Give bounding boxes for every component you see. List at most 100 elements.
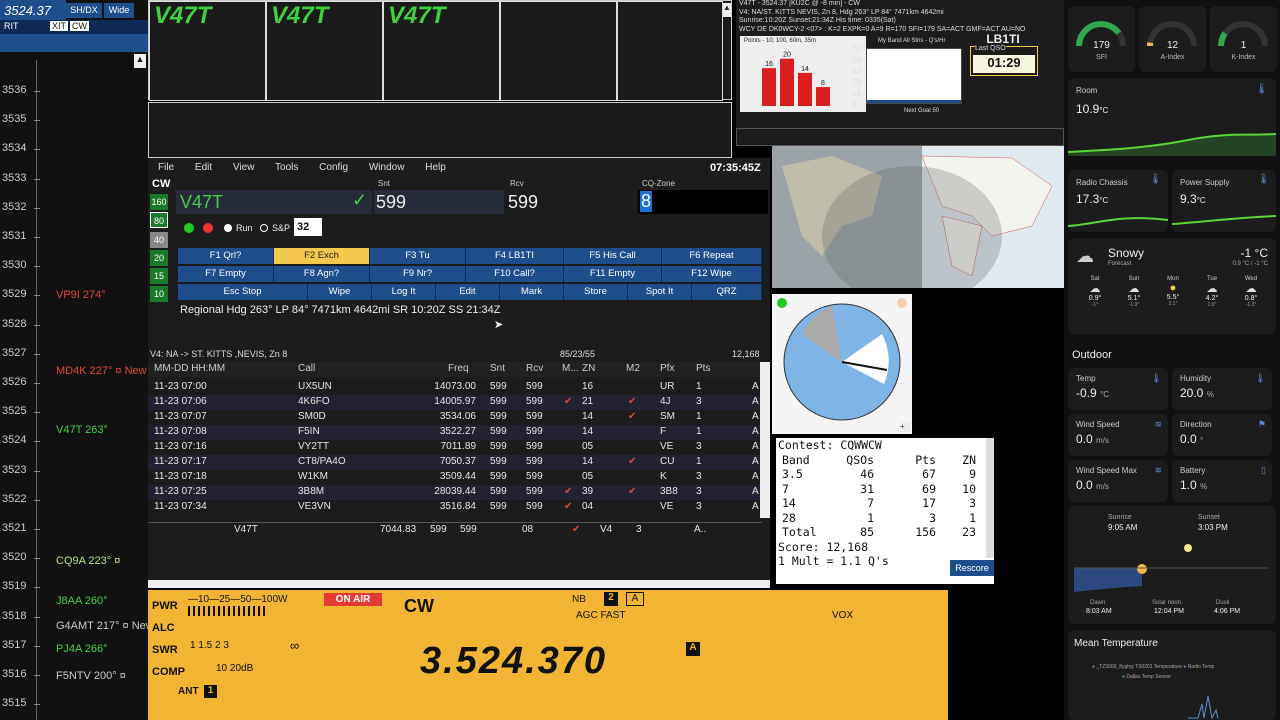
menu-file[interactable]: File: [158, 162, 174, 173]
fkey-button[interactable]: Mark: [500, 284, 564, 300]
log-column-header[interactable]: Pfx: [660, 363, 674, 374]
rotator-button[interactable]: +: [900, 422, 910, 432]
fkey-button[interactable]: Wipe: [308, 284, 372, 300]
log-row[interactable]: 11-23 07:07 SM0D 3534.06 599 599 14 ✔ SM 1 A: [148, 410, 762, 425]
rcv-input[interactable]: 599: [506, 190, 636, 214]
call-cell-2[interactable]: V47T: [266, 1, 383, 101]
log-row[interactable]: 11-23 07:25 3B8M 28039.44 599 599 ✔ 39 ✔ 3B8 3 A: [148, 485, 762, 500]
gauge-card[interactable]: 12 A-Index: [1139, 6, 1206, 72]
wind-card[interactable]: Wind Speed 0.0 m/s ≋: [1068, 414, 1168, 456]
green-led-icon[interactable]: [184, 223, 194, 233]
spot-entry[interactable]: G4AMT 217° ¤ New: [56, 620, 154, 632]
power-supply-card[interactable]: Power Supply 9.3°C 🌡: [1172, 170, 1276, 232]
log-row[interactable]: 11-23 07:34 VE3VN 3516.84 599 599 ✔ 04 VE 3 A: [148, 500, 762, 515]
menu-tools[interactable]: Tools: [275, 162, 298, 173]
fkey-button[interactable]: F12 Wipe: [662, 266, 762, 282]
speed-input[interactable]: 32: [294, 218, 322, 236]
log-row[interactable]: 11-23 07:06 4K6FO 14005.97 599 599 ✔ 21 ✔ 4J 3 A: [148, 395, 762, 410]
sp-radio[interactable]: [260, 224, 268, 232]
fkey-button[interactable]: F1 Qrl?: [178, 248, 274, 264]
fkey-button[interactable]: F5 His Call: [564, 248, 662, 264]
fkey-button[interactable]: F9 Nr?: [370, 266, 466, 282]
wide-button[interactable]: Wide: [104, 3, 134, 18]
menu-edit[interactable]: Edit: [195, 162, 212, 173]
log-column-header[interactable]: Call: [298, 363, 315, 374]
fkey-button[interactable]: F3 Tu: [370, 248, 466, 264]
rescore-button[interactable]: Rescore: [950, 560, 994, 576]
spot-entry[interactable]: CQ9A 223° ¤: [56, 555, 120, 567]
menu-config[interactable]: Config: [319, 162, 348, 173]
summary-scrollbar[interactable]: [986, 438, 994, 558]
fkey-button[interactable]: F8 Agn?: [274, 266, 370, 282]
fkey-button[interactable]: Esc Stop: [178, 284, 308, 300]
mean-temperature-card[interactable]: Mean Temperature ● _TZ3000_8yghyj TS0201…: [1068, 630, 1276, 720]
log-column-header[interactable]: Freq: [448, 363, 469, 374]
log-row[interactable]: 11-23 07:17 CT8/PA4O 7050.37 599 599 14 ✔ CU 1 A: [148, 455, 762, 470]
gauge-card[interactable]: 1 K-Index: [1210, 6, 1277, 72]
call-cell-3[interactable]: V47T: [383, 1, 500, 101]
room-card[interactable]: Room 10.9°C 🌡: [1068, 78, 1276, 156]
fkey-button[interactable]: Store: [564, 284, 628, 300]
log-scrollbar[interactable]: [760, 362, 770, 518]
fkey-button[interactable]: F2 Exch: [274, 248, 370, 264]
red-led-icon[interactable]: [203, 223, 213, 233]
cw-label[interactable]: CW: [70, 21, 89, 31]
spot-entry[interactable]: MD4K 227° ¤ New: [56, 365, 147, 377]
bandmap-scroll-button[interactable]: ▲: [134, 54, 146, 68]
fkey-button[interactable]: F6 Repeat: [662, 248, 762, 264]
spot-entry[interactable]: F5NTV 200° ¤: [56, 670, 126, 682]
call-cell-5[interactable]: [617, 1, 723, 101]
cell-scroll-button[interactable]: ▲: [723, 3, 731, 17]
menu-view[interactable]: View: [233, 162, 255, 173]
band-button-40[interactable]: 40: [150, 232, 168, 248]
fkey-button[interactable]: Edit: [436, 284, 500, 300]
band-button-80[interactable]: 80: [150, 212, 168, 228]
log-column-header[interactable]: Snt: [490, 363, 505, 374]
call-cell-4[interactable]: [500, 1, 617, 101]
rit-label[interactable]: RIT: [4, 21, 19, 31]
log-row[interactable]: 11-23 07:16 VY2TT 7011.89 599 599 05 VE 3 A: [148, 440, 762, 455]
band-button-10[interactable]: 10: [150, 286, 168, 302]
band-button-15[interactable]: 15: [150, 268, 168, 284]
gauge-card[interactable]: 179 SFI: [1068, 6, 1135, 72]
fkey-button[interactable]: F7 Empty: [178, 266, 274, 282]
log-row[interactable]: 11-23 07:18 W1KM 3509.44 599 599 05 K 3 A: [148, 470, 762, 485]
log-row[interactable]: 11-23 07:00 UX5UN 14073.00 599 599 16 UR 1 A: [148, 380, 762, 395]
info-scrollbar[interactable]: [736, 128, 1064, 146]
battery-card[interactable]: Battery 1.0 % ▯: [1172, 460, 1272, 502]
rotator-dial[interactable]: [772, 294, 912, 434]
menu-help[interactable]: Help: [425, 162, 446, 173]
weather-card[interactable]: ☁ Snowy Forecast -1 °C 0.9 °C / -1 °C Sa…: [1068, 238, 1276, 334]
fkey-button[interactable]: Log It: [372, 284, 436, 300]
log-hscrollbar[interactable]: [148, 580, 770, 588]
fkey-button[interactable]: F10 Call?: [466, 266, 564, 282]
log-column-header[interactable]: ZN: [582, 363, 595, 374]
log-row[interactable]: 11-23 07:08 F5IN 3522.27 599 599 14 F 1 A: [148, 425, 762, 440]
fkey-button[interactable]: Spot It: [628, 284, 692, 300]
humidity-card[interactable]: Humidity 20.0 % 🌡: [1172, 368, 1272, 410]
log-column-header[interactable]: M2: [626, 363, 640, 374]
run-radio[interactable]: [224, 224, 232, 232]
temp-card[interactable]: Temp -0.9 °C 🌡: [1068, 368, 1168, 410]
spot-entry[interactable]: V47T 263°: [56, 424, 108, 436]
log-column-header[interactable]: MM-DD HH:MM: [154, 363, 225, 374]
log-column-header[interactable]: Pts: [696, 363, 710, 374]
log-column-header[interactable]: M...: [562, 363, 579, 374]
direction-card[interactable]: Direction 0.0 ° ⚑: [1172, 414, 1272, 456]
snt-input[interactable]: 599: [374, 190, 504, 214]
zone-input[interactable]: 8: [638, 190, 768, 214]
radio-chassis-card[interactable]: Radio Chassis 17.3°C 🌡: [1068, 170, 1168, 232]
band-button-160[interactable]: 160: [150, 194, 168, 210]
shdx-button[interactable]: SH/DX: [66, 3, 102, 18]
sun-card[interactable]: Sunrise 9:05 AM Sunset 3:03 PM Dawn 8:03…: [1068, 506, 1276, 624]
menu-window[interactable]: Window: [369, 162, 405, 173]
spot-entry[interactable]: PJ4A 266°: [56, 643, 108, 655]
log-column-header[interactable]: Rcv: [526, 363, 543, 374]
fkey-button[interactable]: QRZ: [692, 284, 762, 300]
call-cell-1[interactable]: V47T: [149, 1, 266, 101]
call-input[interactable]: V47T ✓: [176, 190, 372, 214]
windmax-card[interactable]: Wind Speed Max 0.0 m/s ≋: [1068, 460, 1168, 502]
fkey-button[interactable]: F11 Empty: [564, 266, 662, 282]
spot-entry[interactable]: J8AA 260°: [56, 595, 108, 607]
xit-label[interactable]: XIT: [50, 21, 69, 31]
